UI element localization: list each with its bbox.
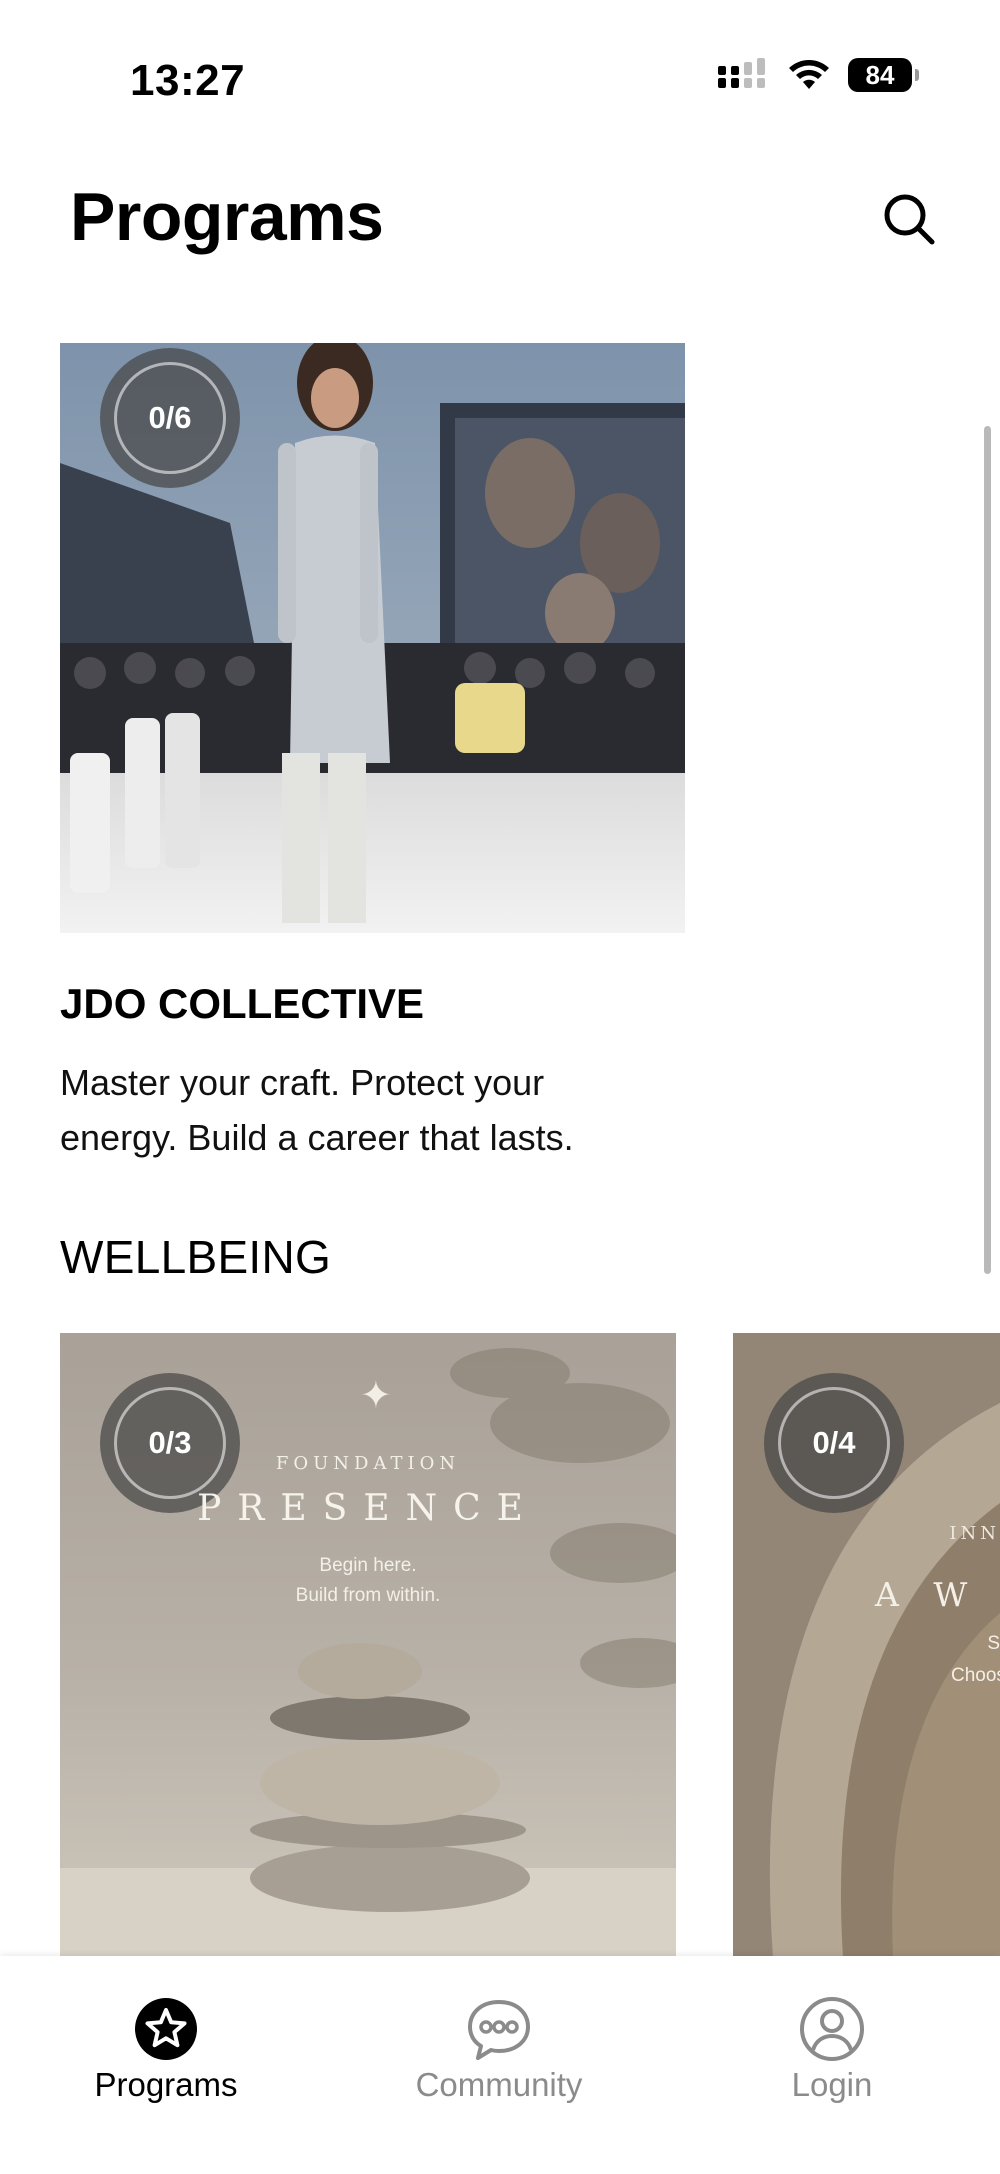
battery-icon: 84 (848, 58, 919, 92)
card-title: A W A (875, 1575, 1000, 1614)
chat-bubble-icon (468, 2000, 530, 2060)
card-title: PRESENCE (197, 1488, 539, 1529)
star-circle-icon (135, 1998, 197, 2060)
wifi-icon (789, 60, 829, 89)
progress-text: 0/4 (812, 1425, 856, 1460)
card-subtitle: Choos (951, 1665, 1000, 1686)
programs-screen: 13:27 84 Programs 0/6 JDO COLLECTIVE Mas… (0, 0, 1000, 2174)
cellular-signal-icon (718, 58, 765, 88)
tab-community[interactable]: Community (369, 1956, 629, 2106)
page-title: Programs (70, 179, 384, 255)
tab-label: Community (415, 2066, 583, 2103)
search-icon[interactable] (880, 190, 940, 250)
bottom-tab-bar: Programs Community Login (0, 1956, 1000, 2174)
card-kicker: FOUNDATION (275, 1453, 461, 1474)
program-card-awaken[interactable]: 0/4 INN A W A S Choos (733, 1333, 1000, 1958)
status-time: 13:27 (130, 56, 246, 105)
scrollbar[interactable] (984, 426, 991, 1274)
sparkle-icon: ✦ (360, 1375, 392, 1417)
featured-program-image[interactable]: 0/6 (60, 343, 685, 933)
card-subtitle: S (987, 1633, 1000, 1654)
program-title[interactable]: JDO COLLECTIVE (60, 980, 424, 1028)
tab-label: Programs (94, 2066, 238, 2103)
tab-label: Login (791, 2066, 873, 2103)
tab-login[interactable]: Login (702, 1956, 962, 2106)
progress-badge: 0/4 (764, 1373, 904, 1513)
progress-badge: 0/6 (100, 348, 240, 488)
section-title-wellbeing: WELLBEING (60, 1231, 332, 1283)
user-circle-icon (800, 1997, 864, 2061)
tab-programs[interactable]: Programs (36, 1956, 296, 2106)
progress-text: 0/6 (148, 400, 192, 435)
card-subtitle: Build from within. (295, 1585, 441, 1606)
program-card-presence[interactable]: 0/3 ✦ FOUNDATION PRESENCE Begin here. Bu… (60, 1333, 676, 1958)
status-icons: 84 (718, 58, 919, 92)
card-subtitle: Begin here. (319, 1555, 417, 1576)
battery-level: 84 (865, 59, 895, 90)
card-kicker: INN (949, 1523, 1000, 1544)
program-description: Master your craft. Protect your energy. … (60, 1062, 574, 1158)
